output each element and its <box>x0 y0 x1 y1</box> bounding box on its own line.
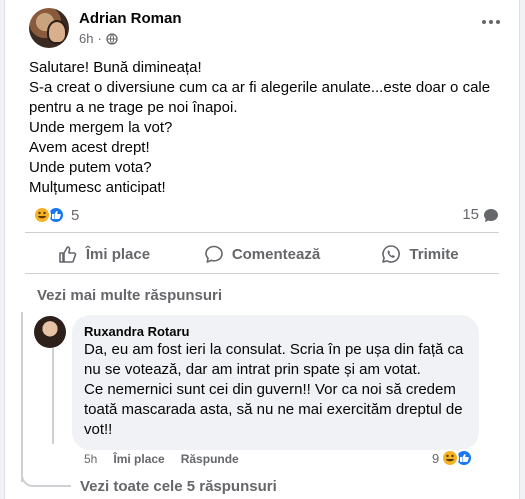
comment-line: Da, eu am fost ieri la consulat. Scria î… <box>84 341 464 378</box>
post-actions: Îmi place Comentează Trimite <box>25 237 499 271</box>
share-label: Trimite <box>409 245 459 263</box>
comment-author[interactable]: Ruxandra Rotaru <box>84 323 467 340</box>
commenter-avatar[interactable] <box>34 316 66 348</box>
post-time[interactable]: 6h <box>79 31 93 46</box>
thumbs-up-icon <box>59 246 77 263</box>
comment-button[interactable]: Comentează <box>183 237 341 271</box>
post-line: Unde putem vota? <box>29 159 152 176</box>
comment-icon <box>205 245 223 263</box>
comment-label: Comentează <box>231 245 321 263</box>
thread-connector <box>21 312 23 482</box>
like-button[interactable]: Îmi place <box>25 237 183 271</box>
haha-emoji-icon <box>33 206 51 224</box>
post-body: Salutare! Bună dimineața! S-a creat o di… <box>29 58 509 198</box>
more-options-icon[interactable] <box>479 12 503 32</box>
divider <box>25 273 499 274</box>
comment-bubble-icon <box>484 208 498 222</box>
post-line: Avem acest drept! <box>29 139 150 156</box>
comment-time[interactable]: 5h <box>84 452 97 466</box>
comment-reaction-count: 9 <box>432 450 440 466</box>
like-label: Îmi place <box>85 245 151 263</box>
post-line: Salutare! Bună dimineața! <box>29 59 202 76</box>
post-card: Adrian Roman 6h · Salutare! Bună diminea… <box>4 0 520 499</box>
thread-connector <box>21 462 71 487</box>
comment-reply-link[interactable]: Răspunde <box>181 452 239 466</box>
comment-bubble: Ruxandra Rotaru Da, eu am fost ieri la c… <box>72 315 479 450</box>
reactions-summary[interactable]: 5 <box>33 205 79 225</box>
post-author[interactable]: Adrian Roman <box>79 10 182 27</box>
comment-meta: 5h Îmi place Răspunde <box>84 452 239 466</box>
view-all-replies-link[interactable]: Vezi toate cele 5 răspunsuri <box>80 478 277 495</box>
reaction-count: 5 <box>71 206 80 224</box>
haha-emoji-icon <box>441 449 460 467</box>
globe-icon <box>106 32 118 45</box>
comment-reactions[interactable]: 9 <box>432 449 474 467</box>
comment-text: Da, eu am fost ieri la consulat. Scria î… <box>84 340 467 440</box>
meta-separator: · <box>97 31 102 46</box>
divider <box>25 232 499 233</box>
comment-count-value: 15 <box>462 206 479 223</box>
comment-line: Ce nemernici sunt cei din guvern!! Vor c… <box>84 381 463 438</box>
post-meta: 6h · <box>79 31 118 46</box>
whatsapp-icon <box>382 245 401 263</box>
share-button[interactable]: Trimite <box>341 237 499 271</box>
comment-like-link[interactable]: Îmi place <box>113 452 164 466</box>
thread-connector <box>52 348 54 444</box>
more-replies-link[interactable]: Vezi mai multe răspunsuri <box>37 287 222 304</box>
post-line: S-a creat o diversiune cum ca ar fi aleg… <box>29 79 491 116</box>
post-line: Mulțumesc anticipat! <box>29 179 166 196</box>
post-line: Unde mergem la vot? <box>29 119 173 136</box>
author-avatar[interactable] <box>29 8 69 48</box>
comment-count[interactable]: 15 <box>462 206 499 223</box>
